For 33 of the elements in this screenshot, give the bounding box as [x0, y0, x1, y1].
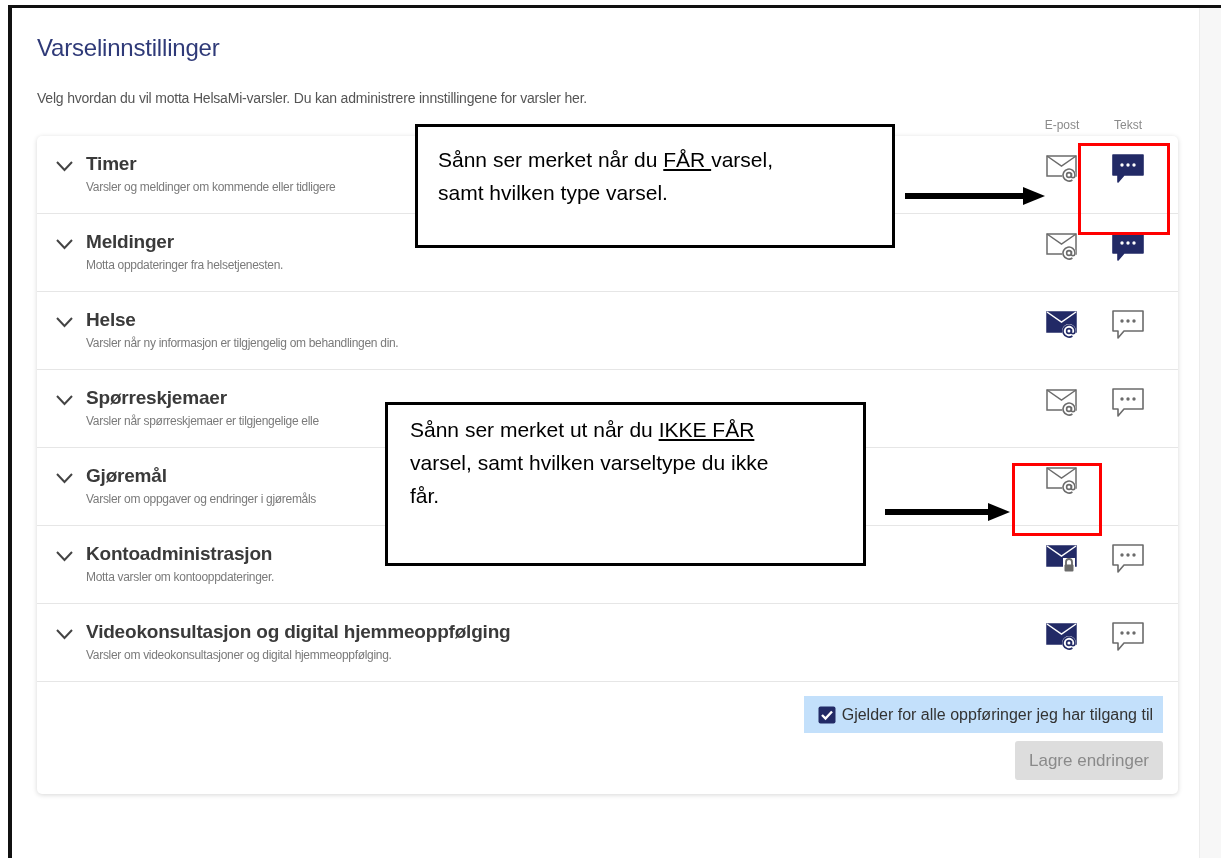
intro-text: Velg hvordan du vil motta HelsaMi-varsler. Du kan administrere innstillingene for varsler her.	[37, 90, 588, 106]
category-title[interactable]: Helse	[86, 309, 136, 331]
category-description: Varsler når ny informasjon er tilgjengelig om behandlingen din.	[86, 336, 399, 350]
category-description: Motta varsler om kontooppdateringer.	[86, 570, 274, 584]
category-title[interactable]: Videokonsultasjon og digital hjemmeoppfølging	[86, 621, 511, 643]
envelope-at-icon[interactable]	[1046, 621, 1078, 651]
callout-text: Sånn ser merket ut når du IKKE FÅR varsel, samt hvilken varseltype du ikke får.	[385, 402, 866, 566]
category-description: Varsler om oppgaver og endringer i gjøremåls	[86, 492, 317, 506]
envelope-at-icon[interactable]	[1046, 309, 1078, 339]
category-title[interactable]: Timer	[86, 153, 137, 175]
chevron-down-icon[interactable]	[55, 160, 74, 172]
apply-all-checkbox[interactable]: Gjelder for alle oppføringer jeg har tilgang til	[803, 696, 1163, 733]
category-title[interactable]: Gjøremål	[86, 465, 167, 487]
column-header: Tekst	[1113, 118, 1143, 132]
category-title[interactable]: Kontoadministrasjon	[86, 543, 273, 565]
callout-text: Sånn ser merket når du FÅR varsel, samt hvilken type varsel.	[415, 124, 895, 248]
chevron-down-icon[interactable]	[55, 550, 74, 562]
column-header: E-post	[1043, 118, 1081, 132]
page-title: Varselinnstillinger	[37, 34, 221, 62]
chevron-down-icon[interactable]	[55, 628, 74, 640]
chevron-down-icon[interactable]	[55, 472, 74, 484]
speech-bubble-icon[interactable]	[1111, 153, 1145, 185]
chevron-down-icon[interactable]	[55, 316, 74, 328]
checkbox-icon[interactable]	[817, 705, 836, 724]
category-description: Varsler når spørreskjemaer er tilgjengelige elle	[86, 414, 319, 428]
chevron-down-icon[interactable]	[55, 238, 74, 250]
envelope-lock-icon[interactable]	[1046, 543, 1078, 573]
category-description: Motta oppdateringer fra helsetjenesten.	[86, 258, 284, 272]
category-title[interactable]: Meldinger	[86, 231, 174, 253]
chevron-down-icon[interactable]	[55, 394, 74, 406]
category-title[interactable]: Spørreskjemaer	[86, 387, 227, 409]
category-description: Varsler og meldinger om kommende eller tidligere	[86, 180, 336, 194]
category-description: Varsler om videokonsultasjoner og digital hjemmeoppfølging.	[86, 648, 392, 662]
